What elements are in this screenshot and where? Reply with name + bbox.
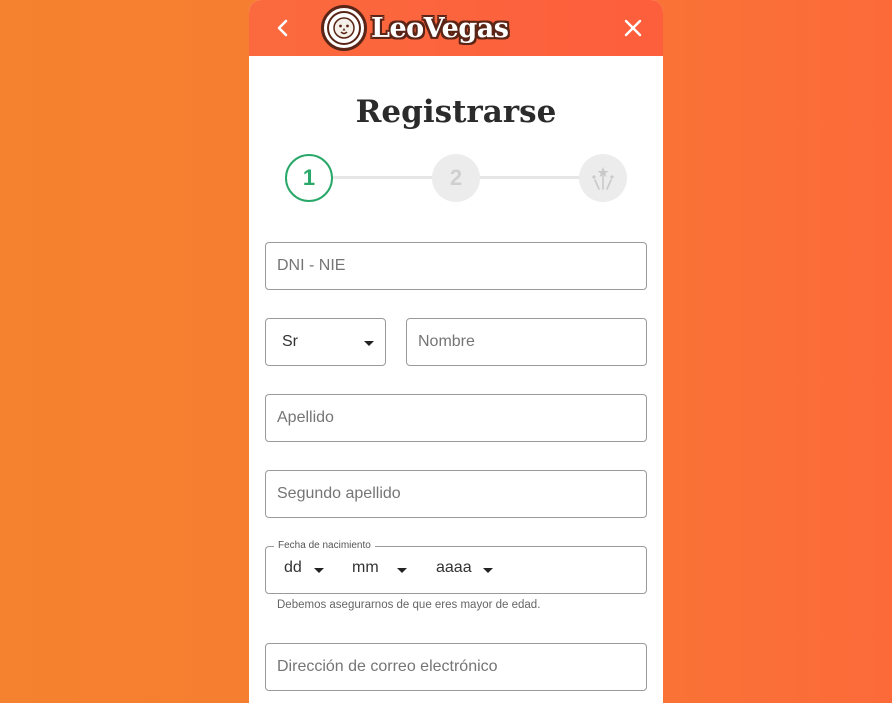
fireworks-icon	[592, 167, 614, 190]
registration-stepper: 1 2	[285, 154, 627, 202]
apellido-input[interactable]	[266, 395, 646, 441]
nombre-input[interactable]	[407, 319, 646, 365]
leovegas-logo: LeoVegas	[321, 4, 509, 52]
birthdate-helper-text: Debemos asegurarnos de que eres mayor de…	[277, 599, 541, 611]
caret-down-icon	[483, 568, 493, 573]
apellido-field-wrapper	[265, 394, 647, 442]
dni-field-wrapper	[265, 242, 647, 290]
back-button[interactable]	[269, 14, 297, 42]
segundo-apellido-field-wrapper	[265, 470, 647, 518]
title-select-value: Sr	[282, 333, 298, 350]
year-value: aaaa	[436, 559, 472, 576]
month-select[interactable]: mm	[352, 559, 379, 577]
step-connector	[331, 176, 435, 179]
modal-header: LeoVegas	[249, 0, 663, 56]
registration-modal: LeoVegas Registrarse 1 2 DNI - NIE Sr No…	[249, 0, 663, 703]
day-value: dd	[284, 559, 302, 576]
close-button[interactable]	[619, 14, 647, 42]
month-value: mm	[352, 559, 379, 576]
caret-down-icon	[314, 568, 324, 573]
email-field-wrapper	[265, 643, 647, 691]
birthdate-legend: Fecha de nacimiento	[274, 540, 375, 551]
page-title: Registrarse	[355, 94, 557, 130]
step-2: 2	[432, 154, 480, 202]
title-select[interactable]: Sr	[265, 318, 386, 366]
segundo-apellido-input[interactable]	[266, 471, 646, 517]
birthdate-fieldset: Fecha de nacimiento dd mm aaaa	[265, 540, 647, 594]
step-1: 1	[285, 154, 333, 202]
chevron-left-icon	[277, 19, 288, 37]
day-select[interactable]: dd	[284, 559, 302, 577]
step-connector	[477, 176, 581, 179]
step-3-finish	[579, 154, 627, 202]
caret-down-icon	[364, 341, 374, 346]
caret-down-icon	[397, 568, 407, 573]
year-select[interactable]: aaaa	[436, 559, 472, 577]
close-icon	[624, 19, 642, 37]
brand-name: LeoVegas	[371, 12, 509, 44]
dni-input[interactable]	[266, 243, 646, 289]
lion-logo-icon	[321, 5, 367, 51]
email-input[interactable]	[266, 644, 646, 690]
nombre-field-wrapper	[406, 318, 647, 366]
